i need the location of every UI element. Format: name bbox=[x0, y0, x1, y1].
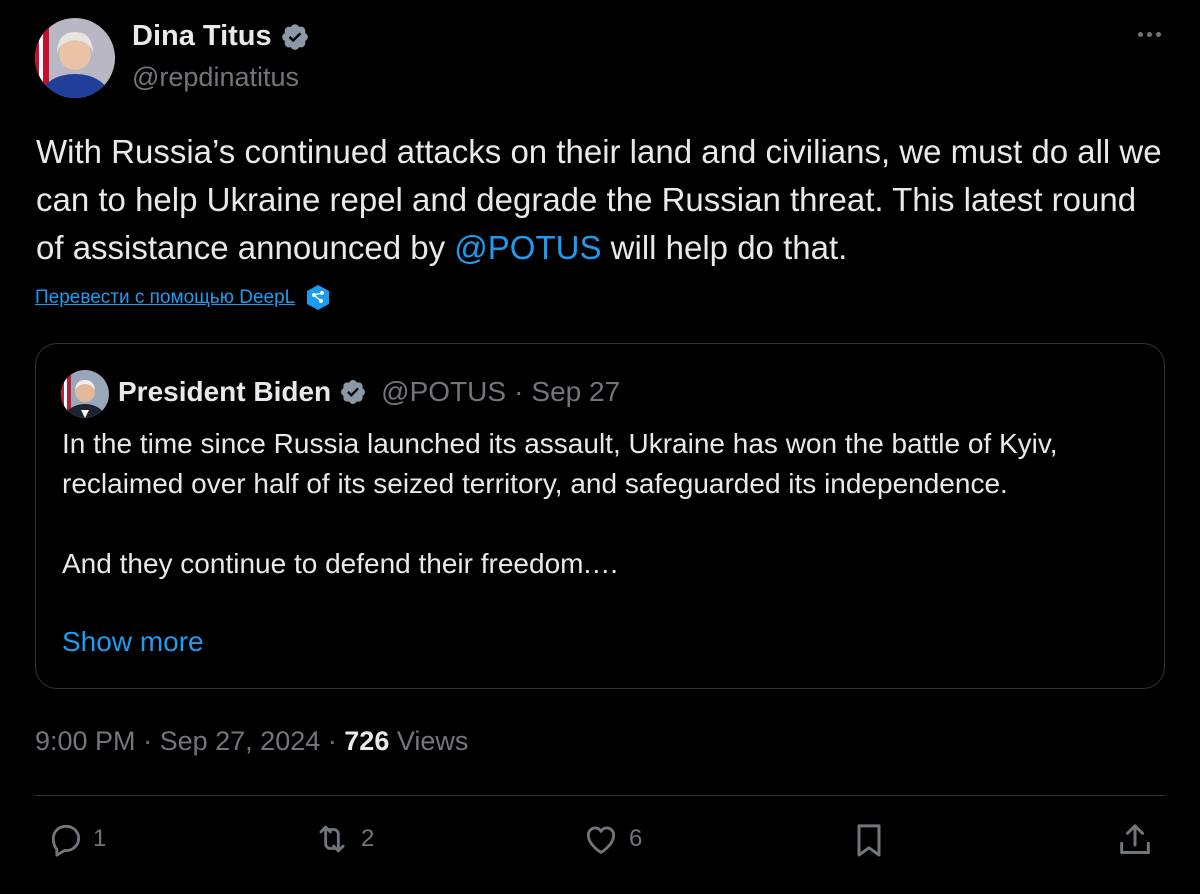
tweet-text-part: will help do that. bbox=[601, 229, 848, 266]
like-count: 6 bbox=[629, 825, 643, 852]
meta-separator: · bbox=[327, 726, 337, 756]
tweet-date[interactable]: Sep 27, 2024 bbox=[160, 726, 321, 756]
share-button[interactable] bbox=[1115, 820, 1155, 860]
show-more-link[interactable]: Show more bbox=[62, 626, 204, 658]
quote-author-name[interactable]: President Biden bbox=[118, 376, 331, 408]
reply-icon bbox=[51, 824, 81, 857]
repost-icon bbox=[319, 825, 345, 853]
dot bbox=[1138, 32, 1143, 37]
repost-button[interactable]: 2 bbox=[311, 820, 374, 858]
avatar-image bbox=[35, 18, 115, 98]
repost-count: 2 bbox=[361, 825, 375, 852]
quote-text: In the time since Russia launched its as… bbox=[62, 424, 1142, 584]
author-handle[interactable]: @repdinatitus bbox=[132, 62, 299, 93]
translate-row: Перевести с помощью DeepL bbox=[35, 284, 331, 312]
quote-date[interactable]: Sep 27 bbox=[531, 376, 620, 408]
reply-button[interactable]: 1 bbox=[47, 820, 106, 858]
quote-avatar[interactable] bbox=[61, 370, 109, 418]
quote-avatar-image bbox=[61, 370, 109, 418]
tweet-text: With Russia’s continued attacks on their… bbox=[36, 128, 1166, 272]
verified-badge-icon[interactable] bbox=[280, 22, 310, 52]
more-options-icon[interactable] bbox=[1134, 28, 1165, 41]
deepl-icon[interactable] bbox=[305, 284, 331, 312]
author-name[interactable]: Dina Titus bbox=[132, 20, 272, 53]
verified-badge-icon[interactable] bbox=[339, 378, 367, 406]
dot bbox=[1156, 32, 1161, 37]
bookmark-button[interactable] bbox=[849, 820, 889, 860]
reply-count: 1 bbox=[93, 825, 107, 852]
quote-paragraph: And they continue to defend their freedo… bbox=[62, 548, 620, 579]
meta-separator: · bbox=[143, 726, 153, 756]
action-bar: 1 2 6 bbox=[35, 820, 1165, 870]
divider bbox=[35, 795, 1165, 796]
quote-header: President Biden @POTUS · Sep 27 bbox=[118, 376, 620, 408]
quote-handle[interactable]: @POTUS bbox=[381, 376, 506, 408]
mention-link[interactable]: @POTUS bbox=[454, 229, 601, 266]
share-icon bbox=[1120, 824, 1150, 854]
author-name-row: Dina Titus bbox=[132, 20, 310, 53]
author-avatar[interactable] bbox=[35, 18, 115, 98]
tweet-time[interactable]: 9:00 PM bbox=[35, 726, 136, 756]
quote-paragraph: In the time since Russia launched its as… bbox=[62, 428, 1058, 499]
quoted-tweet[interactable]: President Biden @POTUS · Sep 27 In the t… bbox=[35, 343, 1165, 689]
like-button[interactable]: 6 bbox=[581, 820, 642, 858]
translate-link[interactable]: Перевести с помощью DeepL bbox=[35, 287, 295, 309]
tweet-meta: 9:00 PM · Sep 27, 2024 · 726 Views bbox=[35, 726, 468, 757]
views-label: Views bbox=[396, 726, 469, 756]
views-count: 726 bbox=[344, 726, 390, 756]
heart-icon bbox=[586, 826, 616, 854]
dot bbox=[1147, 32, 1152, 37]
quote-separator: · bbox=[514, 376, 524, 407]
bookmark-icon bbox=[857, 824, 881, 857]
